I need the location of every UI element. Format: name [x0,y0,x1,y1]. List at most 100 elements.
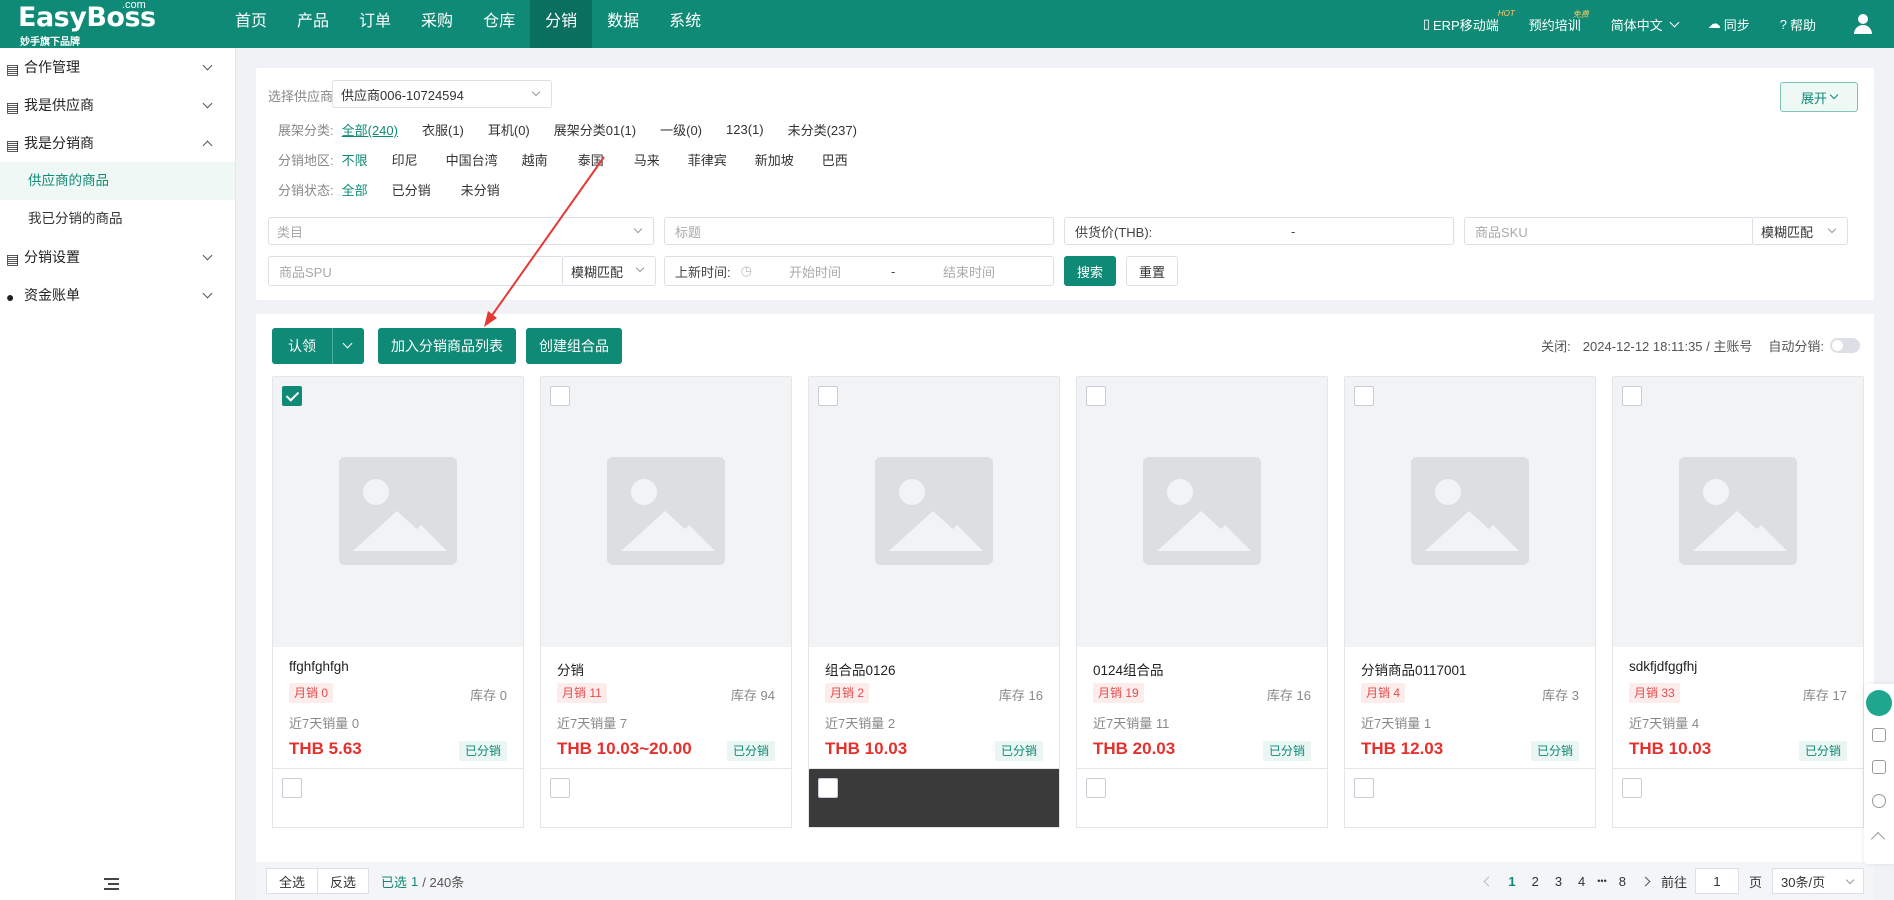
product-image[interactable] [809,377,1059,647]
page-number[interactable]: 4 [1578,874,1585,889]
product-card[interactable] [808,768,1060,828]
product-card[interactable]: sdkfjdfggfhj 月销 33 库存 17 近7天销量 4 THB 10.03 已分… [1612,376,1864,812]
product-image[interactable] [1077,377,1327,647]
product-card[interactable]: ffghfghfgh月销 0库存 0近7天销量 0THB 5.63已分销认领发布 [272,376,524,812]
search-button[interactable]: 搜索 [1064,256,1116,286]
product-checkbox[interactable] [1622,778,1642,798]
page-number[interactable]: 8 [1619,874,1626,889]
nav-home[interactable]: 首页 [220,0,282,48]
product-checkbox[interactable] [282,778,302,798]
region-option[interactable]: 中国台湾 [446,150,498,169]
region-option[interactable]: 不限 [342,150,368,169]
product-image[interactable] [273,377,523,647]
product-card[interactable]: 0124组合品月销 19库存 16近7天销量 11THB 20.03已分销认领发… [1076,376,1328,812]
nav-purchase[interactable]: 采购 [406,0,468,48]
invert-selection-button[interactable]: 反选 [317,868,370,894]
product-checkbox[interactable] [1354,778,1374,798]
region-option[interactable]: 新加坡 [755,150,794,169]
sidebar-item-my-distributed[interactable]: 我已分销的商品 [0,200,235,238]
status-option[interactable]: 已分销 [392,180,431,199]
create-combo-button[interactable]: 创建组合品 [526,328,622,364]
sku-input[interactable]: 商品SKU [1464,217,1754,245]
product-card[interactable] [1344,768,1596,828]
product-checkbox[interactable] [1354,386,1374,406]
sync-button[interactable]: ☁ 同步 [1708,15,1750,34]
spu-input[interactable]: 商品SPU [268,256,564,286]
region-option[interactable]: 马来 [634,150,660,169]
brand-logo[interactable]: EasyBoss .com 妙手旗下品牌 [18,0,158,48]
region-option[interactable]: 越南 [522,150,548,169]
product-checkbox[interactable] [1086,386,1106,406]
nav-warehouse[interactable]: 仓库 [468,0,530,48]
product-checkbox[interactable] [1086,778,1106,798]
chat-icon[interactable] [1872,760,1886,774]
more-pages[interactable]: ••• [1597,876,1606,886]
sidebar-group-billing[interactable]: ● 资金账单 [0,276,235,314]
nav-system[interactable]: 系统 [654,0,716,48]
status-option[interactable]: 未分销 [461,180,500,199]
sidebar-group-settings[interactable]: ▤ 分销设置 [0,238,235,276]
status-option[interactable]: 全部 [342,180,368,199]
region-option[interactable]: 菲律宾 [688,150,727,169]
help-button[interactable]: ? 帮助 [1780,15,1816,34]
page-size-select[interactable]: 30条/页 [1772,868,1864,894]
product-image[interactable] [1613,377,1863,647]
product-card[interactable] [540,768,792,828]
expand-button[interactable]: 展开 [1780,82,1858,112]
add-to-distribution-list-button[interactable]: 加入分销商品列表 [378,328,516,364]
product-checkbox[interactable] [818,386,838,406]
erp-mobile-link[interactable]: ▯ ERP移动端 HOT [1423,9,1515,34]
product-card[interactable]: 分销月销 11库存 94近7天销量 7THB 10.03~20.00已分销认领发… [540,376,792,812]
sidebar-item-supplier-products[interactable]: 供应商的商品 [0,162,235,200]
refresh-icon[interactable] [1872,794,1886,808]
product-card[interactable] [1076,768,1328,828]
user-avatar-icon[interactable] [1852,13,1874,35]
auto-distribution-toggle[interactable] [1830,338,1860,353]
language-select[interactable]: 简体中文 [1611,15,1680,34]
product-card[interactable]: 分销商品0117001月销 4库存 3近7天销量 1THB 12.03已分销认领… [1344,376,1596,812]
training-link[interactable]: 预约培训 免费 [1529,10,1589,34]
next-page-icon[interactable] [1640,876,1651,886]
nav-products[interactable]: 产品 [282,0,344,48]
product-card[interactable] [272,768,524,828]
page-number[interactable]: 3 [1555,874,1562,889]
notes-icon[interactable] [1872,728,1886,742]
product-checkbox[interactable] [550,386,570,406]
region-option[interactable]: 泰国 [578,150,604,169]
product-image[interactable] [541,377,791,647]
nav-distribution[interactable]: 分销 [530,0,593,48]
prev-page-icon[interactable] [1483,876,1494,886]
category-option[interactable]: 一级(0) [660,120,702,139]
sku-match-select[interactable]: 模糊匹配 [1752,217,1848,245]
reset-button[interactable]: 重置 [1126,256,1178,286]
collapse-sidebar-icon[interactable] [104,878,120,892]
sidebar-group-supplier[interactable]: ▤ 我是供应商 [0,86,235,124]
category-option[interactable]: 展架分类01(1) [554,120,636,139]
back-to-top-icon[interactable] [1870,831,1886,847]
category-option[interactable]: 123(1) [726,122,764,137]
region-option[interactable]: 巴西 [822,150,848,169]
title-input[interactable]: 标题 [664,217,1054,245]
spu-match-select[interactable]: 模糊匹配 [562,256,656,286]
supplier-select[interactable]: 供应商006-10724594 [332,80,552,108]
page-number[interactable]: 1 [1508,874,1515,889]
category-option[interactable]: 耳机(0) [488,120,530,139]
goto-page-input[interactable]: 1 [1694,868,1739,894]
service-avatar-icon[interactable] [1866,690,1892,716]
category-select[interactable]: 类目 [268,217,654,245]
sidebar-group-distributor[interactable]: ▤ 我是分销商 [0,124,235,162]
claim-dropdown-button[interactable]: 认领 [272,328,364,364]
category-option[interactable]: 未分类(237) [788,120,857,139]
product-checkbox[interactable] [1622,386,1642,406]
product-card[interactable]: 组合品0126月销 2库存 16近7天销量 2THB 10.03已分销认领发布 [808,376,1060,812]
product-card[interactable] [1612,768,1864,828]
category-option[interactable]: 全部(240) [342,120,398,139]
nav-data[interactable]: 数据 [592,0,654,48]
new-time-range[interactable]: 上新时间: ◷ 开始时间 - 结束时间 [664,256,1054,286]
category-option[interactable]: 衣服(1) [422,120,464,139]
nav-orders[interactable]: 订单 [344,0,406,48]
product-image[interactable] [1345,377,1595,647]
product-checkbox[interactable] [282,386,302,406]
price-range-input[interactable]: 供货价(THB): - [1064,217,1454,245]
page-number[interactable]: 2 [1532,874,1539,889]
